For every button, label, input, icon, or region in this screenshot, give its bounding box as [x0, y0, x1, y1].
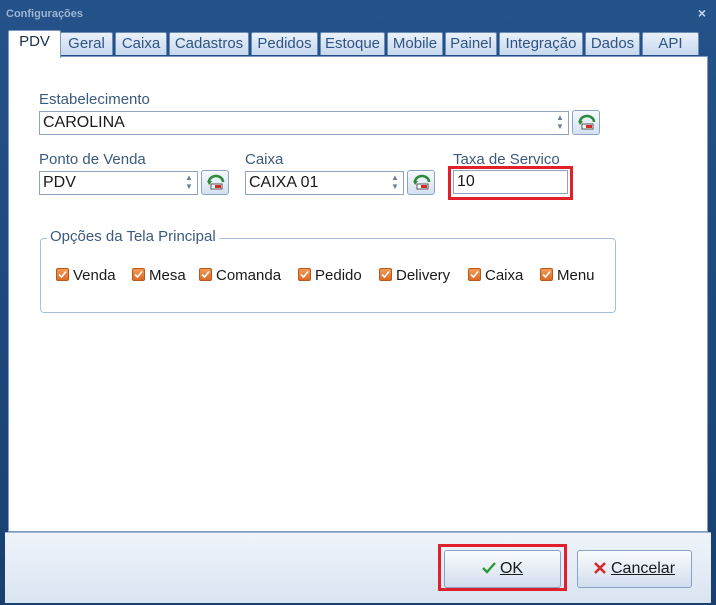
checkbox-checked-icon[interactable]	[132, 268, 145, 281]
checkbox-delivery[interactable]: Delivery	[379, 267, 450, 285]
caixa-label: Caixa	[245, 151, 284, 168]
checkbox-checked-icon[interactable]	[468, 268, 481, 281]
checkbox-checked-icon[interactable]	[199, 268, 212, 281]
checkbox-checked-icon[interactable]	[540, 268, 553, 281]
checkbox-label: Comanda	[216, 267, 282, 284]
checkbox-label: Pedido	[315, 267, 362, 284]
checkbox-venda[interactable]: Venda	[56, 267, 116, 285]
cancel-label: Cancelar	[610, 560, 676, 577]
checkbox-label: Caixa	[485, 267, 524, 284]
checkbox-label: Delivery	[396, 267, 451, 284]
tab-strip: PDV Geral Caixa Cadastros Pedidos Estoqu…	[8, 30, 708, 58]
cancel-button[interactable]: Cancelar	[577, 550, 692, 588]
checkbox-checked-icon[interactable]	[56, 268, 69, 281]
ponto-venda-spin-icon[interactable]: ▲ ▼	[182, 173, 196, 193]
checkbox-label: Venda	[73, 267, 116, 284]
dialog-footer: OK Cancelar	[5, 532, 711, 603]
estabelecimento-combo[interactable]: CAROLINA ▲ ▼	[39, 111, 569, 135]
tab-mobile[interactable]: Mobile	[387, 32, 443, 55]
checkbox-mesa[interactable]: Mesa	[132, 267, 186, 285]
caixa-value: CAIXA 01	[249, 174, 319, 191]
caixa-combo[interactable]: CAIXA 01 ▲ ▼	[245, 171, 404, 195]
caixa-lookup-button[interactable]	[407, 170, 435, 195]
ponto-venda-label: Ponto de Venda	[39, 151, 146, 168]
ok-button[interactable]: OK	[444, 550, 561, 588]
tab-api[interactable]: API	[642, 32, 699, 55]
tab-painel[interactable]: Painel	[445, 32, 497, 55]
tab-estoque[interactable]: Estoque	[320, 32, 385, 55]
checkbox-comanda[interactable]: Comanda	[199, 267, 281, 285]
tab-pdv[interactable]: PDV	[8, 30, 61, 58]
pdv-panel: Estabelecimento CAROLINA ▲ ▼ Ponto de Ven…	[8, 56, 708, 532]
window-title: Configurações	[6, 8, 84, 20]
opcoes-group-title: Opções da Tela Principal	[47, 228, 219, 245]
ponto-venda-lookup-button[interactable]	[201, 170, 229, 195]
ok-label: OK	[499, 560, 524, 577]
refresh-lookup-icon	[578, 114, 596, 130]
estabelecimento-lookup-button[interactable]	[572, 110, 600, 135]
checkbox-pedido[interactable]: Pedido	[298, 267, 362, 285]
tab-caixa[interactable]: Caixa	[115, 32, 167, 55]
settings-window: Configurações × PDV Geral Caixa Cadastro…	[0, 0, 716, 605]
estabelecimento-label: Estabelecimento	[39, 91, 150, 108]
taxa-servico-input[interactable]: 10	[453, 170, 568, 194]
x-icon	[594, 562, 606, 574]
checkmark-icon	[482, 562, 496, 574]
tab-pedidos[interactable]: Pedidos	[251, 32, 318, 55]
checkbox-caixa[interactable]: Caixa	[468, 267, 523, 285]
estabelecimento-value: CAROLINA	[43, 114, 125, 131]
refresh-lookup-icon	[207, 174, 225, 190]
ponto-venda-value: PDV	[43, 174, 76, 191]
tab-dados[interactable]: Dados	[585, 32, 640, 55]
checkbox-menu[interactable]: Menu	[540, 267, 595, 285]
tab-cadastros[interactable]: Cadastros	[169, 32, 249, 55]
title-bar: Configurações ×	[0, 0, 716, 28]
checkbox-checked-icon[interactable]	[379, 268, 392, 281]
refresh-lookup-icon	[413, 174, 431, 190]
checkbox-label: Mesa	[149, 267, 186, 284]
checkbox-checked-icon[interactable]	[298, 268, 311, 281]
close-icon[interactable]: ×	[698, 5, 706, 21]
estabelecimento-spin-icon[interactable]: ▲ ▼	[553, 113, 567, 133]
ponto-venda-combo[interactable]: PDV ▲ ▼	[39, 171, 198, 195]
tab-integracao[interactable]: Integração	[499, 32, 583, 55]
caixa-spin-icon[interactable]: ▲ ▼	[388, 173, 402, 193]
tab-geral[interactable]: Geral	[60, 32, 113, 55]
checkbox-label: Menu	[557, 267, 595, 284]
